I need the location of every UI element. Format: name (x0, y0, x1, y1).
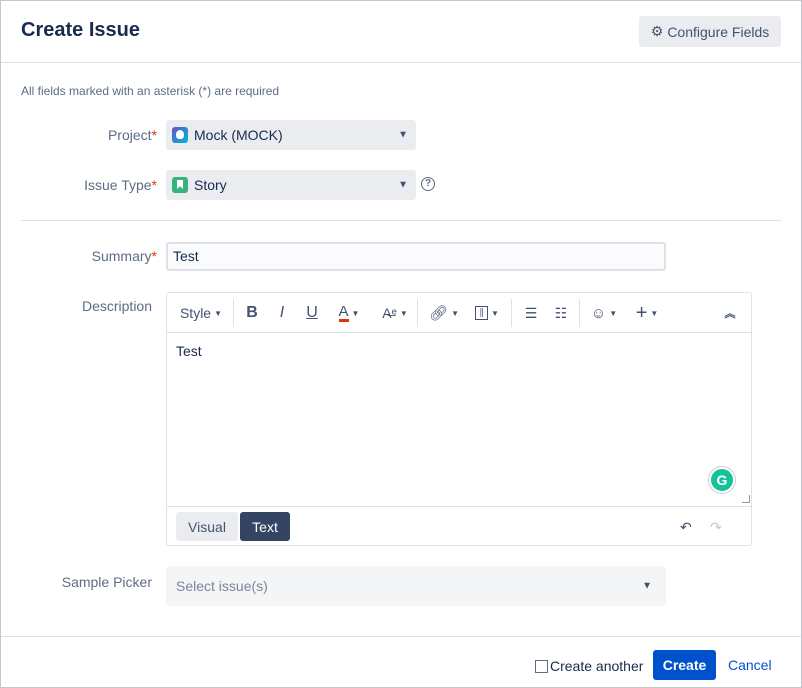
style-label: Style (179, 305, 212, 321)
create-another-checkbox[interactable]: Create another (535, 658, 643, 674)
italic-icon[interactable]: I (271, 301, 293, 325)
create-another-label: Create another (550, 658, 644, 674)
chevron-down-icon: ▼ (214, 308, 223, 318)
link-icon[interactable]: 🔗︎ ▼ (427, 301, 461, 325)
emoji-icon[interactable]: ☺ ▼ (587, 301, 621, 325)
project-label: Project* (107, 127, 157, 143)
insert-more-icon[interactable]: + ▼ (631, 301, 663, 325)
text-color-icon[interactable]: A ▼ (331, 301, 367, 325)
toolbar-separator (233, 299, 234, 327)
resize-handle[interactable] (742, 495, 750, 503)
help-icon[interactable]: ? (421, 177, 435, 191)
story-icon (172, 177, 188, 193)
style-dropdown[interactable]: Style ▼ (177, 301, 225, 325)
toolbar-separator (579, 299, 580, 327)
sample-picker-placeholder: Select issue(s) (176, 578, 268, 594)
configure-fields-label: Configure Fields (667, 23, 770, 40)
description-content[interactable]: Test (176, 343, 202, 359)
issue-type-value: Story (194, 177, 227, 193)
numbered-list-icon[interactable]: ☷ (549, 301, 573, 325)
dialog-title: Create Issue (21, 19, 140, 41)
project-select[interactable]: Mock (MOCK) ▼ (166, 120, 416, 150)
dialog-footer: Create another Create Cancel (1, 636, 801, 688)
text-mode-tab[interactable]: Text (240, 512, 290, 541)
toolbar-separator (417, 299, 418, 327)
visual-mode-tab[interactable]: Visual (176, 512, 238, 541)
description-label: Description (81, 298, 152, 314)
collapse-toolbar-icon[interactable]: ︽ (719, 301, 741, 325)
chevron-down-icon: ▼ (398, 179, 408, 191)
bullet-list-icon[interactable]: ☰ (519, 301, 543, 325)
summary-label: Summary* (91, 248, 157, 264)
underline-icon[interactable]: U (301, 301, 323, 325)
redo-icon[interactable]: ↷ (710, 519, 722, 536)
checkbox-box[interactable] (535, 659, 548, 673)
editor-mode-bar: Visual Text ↶ ↷ (167, 506, 751, 546)
attachment-icon[interactable]: ∥ ▼ (471, 301, 503, 325)
grammarly-icon[interactable]: G (709, 467, 735, 493)
cancel-link[interactable]: Cancel (728, 657, 772, 673)
configure-fields-button[interactable]: ⚙ Configure Fields (639, 16, 781, 47)
sample-picker-select[interactable]: Select issue(s) ▼ (166, 566, 666, 606)
create-button[interactable]: Create (653, 650, 716, 680)
undo-icon[interactable]: ↶ (680, 519, 692, 536)
project-avatar-icon (172, 127, 188, 143)
sample-picker-label: Sample Picker (61, 574, 152, 590)
dialog-header: Create Issue ⚙ Configure Fields (1, 1, 801, 63)
toolbar-separator (511, 299, 512, 327)
create-issue-dialog: Create Issue ⚙ Configure Fields All fiel… (0, 0, 802, 688)
editor-toolbar: Style ▼ B I U A ▼ A̶ᵉ ▼ 🔗︎ ▼ ∥ ▼ ☰ ☷ ☺ ▼… (167, 293, 751, 333)
project-value: Mock (MOCK) (194, 127, 283, 143)
issue-type-label: Issue Type* (84, 177, 157, 193)
text-format-icon[interactable]: A̶ᵉ ▼ (379, 301, 411, 325)
chevron-down-icon: ▼ (642, 580, 652, 592)
issue-type-select[interactable]: Story ▼ (166, 170, 416, 200)
description-editor: Style ▼ B I U A ▼ A̶ᵉ ▼ 🔗︎ ▼ ∥ ▼ ☰ ☷ ☺ ▼… (166, 292, 752, 546)
section-divider (21, 220, 781, 221)
gear-icon: ⚙ (650, 23, 664, 39)
required-fields-note: All fields marked with an asterisk (*) a… (21, 84, 280, 98)
bold-icon[interactable]: B (241, 301, 263, 325)
summary-input[interactable]: Test (166, 242, 666, 271)
chevron-down-icon: ▼ (398, 129, 408, 141)
